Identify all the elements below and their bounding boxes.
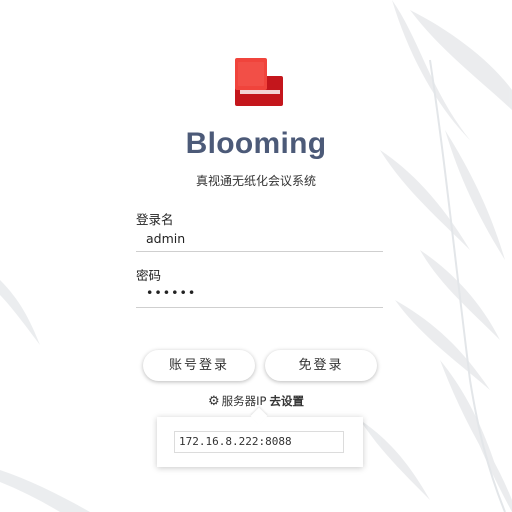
username-label: 登录名 [136, 212, 174, 227]
password-underline [136, 307, 383, 308]
server-ip-label: 服务器IP [221, 394, 267, 408]
gear-icon: ⚙ [208, 394, 220, 409]
server-settings-link[interactable]: 去设置 [269, 394, 304, 408]
username-input[interactable]: admin [146, 231, 185, 246]
account-login-button[interactable]: 账号登录 [143, 350, 255, 381]
password-input[interactable]: •••••• [146, 285, 196, 300]
app-subtitle: 真视通无纸化会议系统 [195, 174, 316, 188]
username-underline [136, 251, 383, 252]
password-label: 密码 [136, 268, 162, 283]
app-title: Blooming [185, 127, 327, 160]
guest-login-button[interactable]: 免登录 [265, 350, 377, 381]
server-ip-input[interactable]: 172.16.8.222:8088 [174, 431, 344, 453]
book-logo-icon [235, 58, 283, 106]
server-ip-row: ⚙ 服务器IP 去设置 [0, 393, 512, 409]
server-ip-popover: 172.16.8.222:8088 [157, 417, 363, 467]
